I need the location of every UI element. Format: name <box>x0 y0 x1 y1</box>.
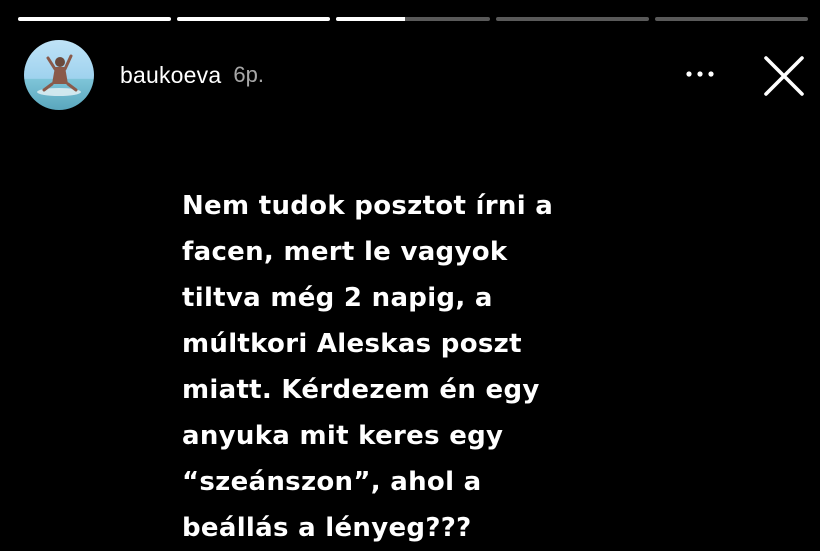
progress-segment-fill <box>18 17 172 21</box>
progress-segment-fill <box>177 17 331 21</box>
more-horizontal-icon <box>686 71 714 77</box>
close-button[interactable] <box>758 50 810 102</box>
post-time: 6p. <box>233 62 264 87</box>
progress-segment <box>18 17 172 21</box>
username[interactable]: baukoeva <box>120 62 221 89</box>
avatar-image <box>24 40 94 110</box>
avatar[interactable] <box>24 40 94 110</box>
close-icon <box>764 56 804 96</box>
story-progress-bar <box>18 17 809 21</box>
progress-segment <box>495 17 649 21</box>
more-options-button[interactable] <box>680 57 720 91</box>
progress-segment-fill <box>336 17 406 21</box>
progress-segment <box>177 17 331 21</box>
progress-segment <box>654 17 809 21</box>
progress-segment <box>336 17 490 21</box>
story-text: Nem tudok posztot írni a facen, mert le … <box>182 191 554 543</box>
